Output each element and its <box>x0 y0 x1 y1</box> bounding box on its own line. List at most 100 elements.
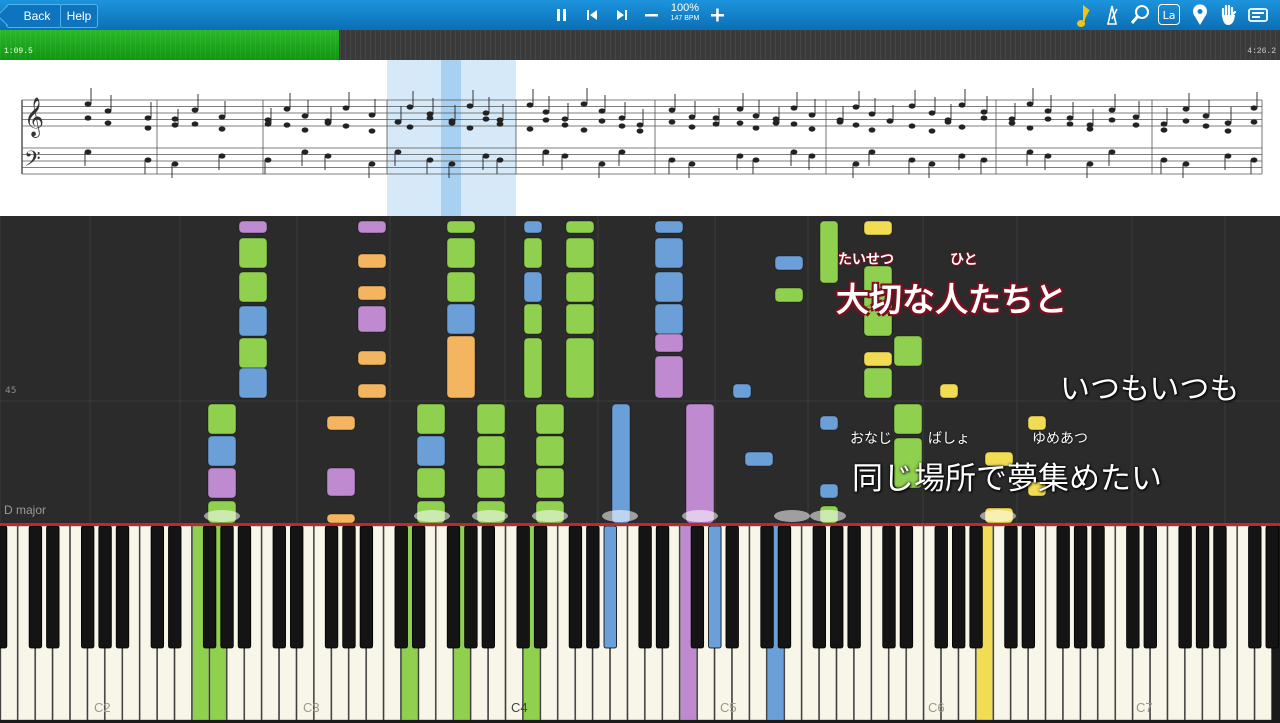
key-glow <box>204 510 240 522</box>
piano-keyboard[interactable]: C2 C3 C4 C5 C6 C7 <box>0 523 1280 723</box>
tempo-display: 100% 147 BPM <box>664 3 706 23</box>
falling-note <box>207 467 237 499</box>
black-key <box>150 526 165 649</box>
falling-note <box>654 355 684 399</box>
black-key <box>324 526 339 649</box>
pause-button[interactable] <box>548 0 576 30</box>
location-pin-icon[interactable] <box>1188 3 1212 27</box>
falling-note <box>207 403 237 435</box>
falling-note <box>326 513 356 523</box>
lyric-line: いつもいつも <box>1060 372 1240 407</box>
falling-note <box>446 271 476 303</box>
key-signature-label: D major <box>4 503 47 517</box>
plus-icon <box>711 8 724 22</box>
black-key <box>533 526 548 649</box>
falling-notes-area: 45 D major たいせつ ひと 大切な人たちと いつもいつも おなじ ばし… <box>0 216 1280 523</box>
tempo-increase-button[interactable] <box>704 0 732 30</box>
measure-number: 45 <box>5 386 17 396</box>
key-glow <box>532 510 568 522</box>
octave-label: C3 <box>303 700 320 715</box>
falling-note <box>446 335 476 399</box>
falling-note <box>357 305 387 333</box>
black-key <box>28 526 43 649</box>
falling-note <box>446 220 476 234</box>
tempo-bpm: 147 BPM <box>670 15 700 22</box>
falling-note <box>357 350 387 366</box>
falling-note <box>774 255 804 271</box>
falling-note <box>476 403 506 435</box>
black-key <box>272 526 286 649</box>
black-key <box>220 526 234 649</box>
black-key <box>882 526 896 649</box>
black-key <box>394 526 408 649</box>
falling-note <box>357 285 387 301</box>
rewind-icon <box>587 10 597 20</box>
black-key <box>1004 526 1018 649</box>
forward-button[interactable] <box>608 0 636 30</box>
lyric-ruby: ひと <box>950 252 978 268</box>
key-glow <box>810 510 846 522</box>
black-key <box>290 526 304 649</box>
minus-icon <box>645 14 658 17</box>
black-key <box>446 526 461 649</box>
black-key <box>830 526 844 649</box>
tempo-decrease-button[interactable] <box>638 0 666 30</box>
black-key <box>98 526 112 649</box>
solfege-toggle[interactable]: La <box>1158 4 1180 25</box>
falling-note <box>893 403 923 435</box>
sheet-music[interactable]: 𝄞 𝄢 <box>0 60 1280 216</box>
tempo-percent: 100% <box>670 2 700 14</box>
falling-note <box>238 367 268 399</box>
falling-note <box>565 220 595 234</box>
falling-note <box>565 303 595 335</box>
black-key <box>0 526 8 649</box>
falling-note <box>416 435 446 467</box>
falling-note <box>535 403 565 435</box>
falling-note <box>565 337 595 399</box>
falling-note <box>207 435 237 467</box>
falling-note <box>654 237 684 269</box>
falling-note <box>238 337 268 369</box>
black-key <box>1213 526 1227 649</box>
note-icon[interactable] <box>1072 3 1096 27</box>
key-glow <box>774 510 810 522</box>
octave-label: C7 <box>1136 700 1153 715</box>
falling-note <box>611 403 631 523</box>
svg-text:𝄞: 𝄞 <box>24 97 44 138</box>
black-key <box>202 526 217 649</box>
black-key <box>568 526 583 649</box>
black-key <box>237 526 252 649</box>
falling-note <box>326 415 356 431</box>
help-button[interactable]: Help <box>60 4 98 28</box>
black-key <box>708 526 722 649</box>
rewind-button[interactable] <box>578 0 606 30</box>
falling-note <box>774 287 804 303</box>
falling-note <box>893 335 923 367</box>
song-progress-bar[interactable]: 1:09.5 4:26.2 <box>0 30 1280 60</box>
black-key <box>1195 526 1210 649</box>
falling-note <box>357 383 387 399</box>
hand-icon[interactable] <box>1216 3 1240 27</box>
falling-note <box>565 237 595 269</box>
metronome-icon[interactable] <box>1100 3 1124 27</box>
falling-note <box>654 303 684 335</box>
top-toolbar: Back Help 100% 147 BPM La <box>0 0 1280 30</box>
black-key <box>411 526 426 649</box>
black-key <box>812 526 826 649</box>
black-key <box>952 526 966 649</box>
lyric-ruby: ゆめあつ <box>1032 431 1088 447</box>
falling-note <box>863 220 893 236</box>
magnifier-icon[interactable] <box>1128 3 1152 27</box>
black-key <box>1143 526 1157 649</box>
octave-label: C4 <box>511 700 528 715</box>
settings-icon[interactable] <box>1246 3 1270 27</box>
back-button[interactable]: Back <box>6 4 62 28</box>
falling-note <box>238 305 268 337</box>
falling-note <box>476 467 506 499</box>
lyric-ruby: おなじ <box>850 431 892 447</box>
falling-note <box>238 271 268 303</box>
black-key <box>655 526 670 649</box>
black-key <box>690 526 705 649</box>
black-key <box>969 526 983 649</box>
black-key <box>1073 526 1088 649</box>
